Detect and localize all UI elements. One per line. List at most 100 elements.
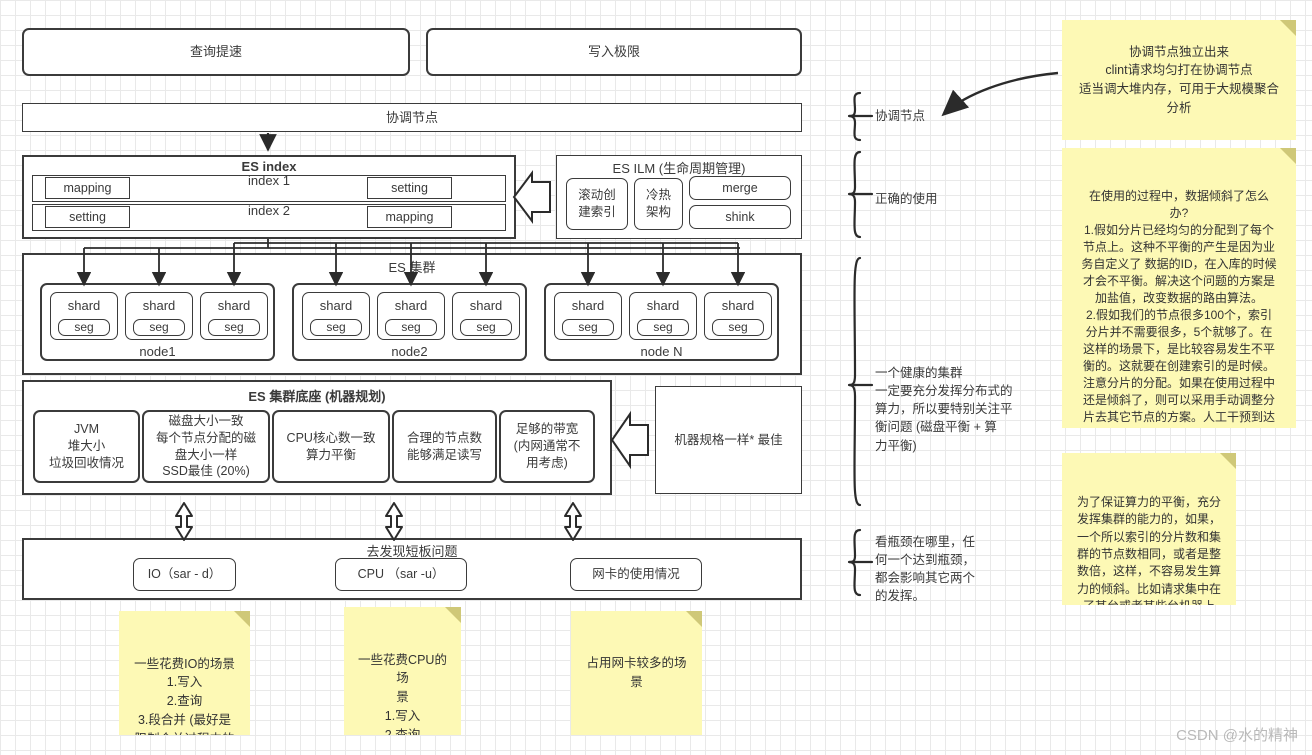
shard-1-1-label: shard [67,298,101,313]
es-ilm-item-shink[interactable]: shink [689,205,791,229]
sticky-note-io[interactable]: 一些花费IO的场景 1.写入 2.查询 3.段合并 (最好是 限制合并过程中的 … [119,611,250,735]
double-arrow-nic [564,502,582,541]
bottleneck-item-nic-label: 网卡的使用情况 [592,567,680,582]
es-base-cell-bandwidth[interactable]: 足够的带宽 (内网通常不 用考虑) [499,410,595,483]
es-ilm-item-rollover[interactable]: 滚动创 建索引 [566,178,628,230]
es-base-cell-cpu-label: CPU核心数一致 算力平衡 [286,430,376,462]
side-note-data-skew[interactable]: 在使用的过程中，数据倾斜了怎么 办? 1.假如分片已经均匀的分配到了每个 节点上… [1062,148,1296,428]
index-row-1-right-tag[interactable]: setting [367,177,452,199]
top-box-write[interactable]: 写入极限 [426,28,802,76]
sticky-note-nic-text: 占用网卡较多的场 景 [586,656,687,689]
sticky-note-cpu[interactable]: 一些花费CPU的场 景 1.写入 2.查询 3.聚合分析 4.段合并 (限制段 … [344,607,461,735]
double-arrow-cpu [385,502,403,541]
shard-2-1-seg-label: seg [326,320,346,335]
block-arrow-spec-to-base [610,410,649,470]
es-base-cell-jvm-label: JVM 堆大小 垃圾回收情况 [48,422,124,470]
es-ilm-item-hotwarm-label: 冷热 架构 [645,188,671,219]
shard-1-1-seg[interactable]: seg [58,319,110,336]
es-base-cell-nodes[interactable]: 合理的节点数 能够满足读写 [392,410,497,483]
note-fold-icon [1280,20,1296,36]
side-note-balance-text: 为了保证算力的平衡，充分 发挥集群的能力的，如果， 一个所以索引的分片数和集 群… [1076,494,1221,605]
brace-label-correct-usage: 正确的使用 [875,192,938,206]
shard-1-2-seg[interactable]: seg [133,319,185,336]
watermark: CSDN @水的精神 [1176,727,1298,744]
top-box-query-label: 查询提速 [189,44,242,60]
bottleneck-item-nic[interactable]: 网卡的使用情况 [570,558,702,591]
es-cluster-title: ES 集群 [388,260,436,275]
sticky-note-nic[interactable]: 占用网卡较多的场 景 [571,611,702,735]
top-box-query[interactable]: 查询提速 [22,28,410,76]
sticky-note-cpu-text: 一些花费CPU的场 景 1.写入 2.查询 3.聚合分析 4.段合并 (限制段 … [358,652,447,736]
shard-2-1-seg[interactable]: seg [310,319,362,336]
es-ilm-item-merge-label: merge [722,180,758,195]
note-fold-icon [445,607,461,623]
es-ilm-item-shink-label: shink [725,209,755,224]
bottleneck-item-cpu[interactable]: CPU （sar -u） [335,558,467,591]
cluster-node-1-name: node1 [139,344,176,359]
shard-2-2-seg[interactable]: seg [385,319,437,336]
shard-1-2-label: shard [142,298,176,313]
shard-n-1-seg-label: seg [578,320,598,335]
shard-n-1-seg[interactable]: seg [562,319,614,336]
shard-n-3-seg[interactable]: seg [712,319,764,336]
index-row-1-left-tag[interactable]: mapping [45,177,130,199]
shard-2-3-seg-label: seg [476,320,496,335]
shard-1-3-seg-label: seg [224,320,244,335]
index-row-2-left-tag-label: setting [69,209,106,224]
note-fold-icon [234,611,250,627]
es-base-cell-disk[interactable]: 磁盘大小一致 每个节点分配的磁 盘大小一样 SSD最佳 (20%) [142,410,270,483]
index-row-1-left-tag-label: mapping [63,180,112,195]
note-fold-icon [1220,453,1236,469]
bottleneck-item-cpu-label: CPU （sar -u） [357,567,445,582]
coordinator-node-box[interactable]: 协调节点 [22,103,802,132]
machine-spec-note-label: 机器规格一样* 最佳 [674,432,783,447]
side-note-balance[interactable]: 为了保证算力的平衡，充分 发挥集群的能力的，如果， 一个所以索引的分片数和集 群… [1062,453,1236,605]
es-base-cell-jvm[interactable]: JVM 堆大小 垃圾回收情况 [33,410,140,483]
shard-n-2-seg[interactable]: seg [637,319,689,336]
shard-n-3-seg-label: seg [728,320,748,335]
brace-bottleneck [847,528,874,597]
brace-healthy-cluster [847,256,874,507]
sticky-note-io-text: 一些花费IO的场景 1.写入 2.查询 3.段合并 (最好是 限制合并过程中的 … [134,656,235,736]
brace-correct-usage [847,150,874,239]
brace-coordinator [847,91,874,142]
es-base-title: ES 集群底座 (机器规划) [248,389,386,404]
machine-spec-note-box[interactable]: 机器规格一样* 最佳 [655,386,802,494]
cluster-node-n-name: node N [640,344,683,359]
shard-n-3-label: shard [721,298,755,313]
arrow-note-to-coordinator-label [941,71,1059,117]
bottleneck-item-io[interactable]: IO（sar - d） [133,558,236,591]
shard-2-3-label: shard [469,298,503,313]
es-base-cell-cpu[interactable]: CPU核心数一致 算力平衡 [272,410,390,483]
shard-2-2-seg-label: seg [401,320,421,335]
brace-label-healthy-cluster: 一个健康的集群 一定要充分发挥分布式的 算力，所以要特别关注平 衡问题 (磁盘平… [875,366,1013,453]
shard-n-2-seg-label: seg [653,320,673,335]
shard-1-2-seg-label: seg [149,320,169,335]
es-ilm-item-hotwarm[interactable]: 冷热 架构 [634,178,683,230]
top-box-write-label: 写入极限 [587,44,640,60]
cluster-node-2-name: node2 [391,344,428,359]
es-ilm-item-rollover-label: 滚动创 建索引 [578,188,616,219]
block-arrow-ilm-to-index [512,170,551,224]
es-ilm-title: ES ILM (生命周期管理) [612,161,746,176]
shard-n-1-label: shard [571,298,605,313]
index-row-2-right-tag-label: mapping [385,209,434,224]
shard-2-3-seg[interactable]: seg [460,319,512,336]
shard-2-1-label: shard [319,298,353,313]
es-ilm-item-merge[interactable]: merge [689,176,791,200]
index-row-1-right-tag-label: setting [391,180,428,195]
brace-label-bottleneck: 看瓶颈在哪里，任 何一个达到瓶颈， 都会影响其它两个 的发挥。 [875,535,976,604]
index-row-2-right-tag[interactable]: mapping [367,206,452,228]
es-index-title: ES index [241,159,297,174]
shard-1-3-seg[interactable]: seg [208,319,260,336]
double-arrow-io [175,502,193,541]
note-fold-icon [1280,148,1296,164]
note-fold-icon [686,611,702,627]
side-note-data-skew-text: 在使用的过程中，数据倾斜了怎么 办? 1.假如分片已经均匀的分配到了每个 节点上… [1081,189,1277,428]
index-row-2-left-tag[interactable]: setting [45,206,130,228]
side-note-coordinator[interactable]: 协调节点独立出来 clint请求均匀打在协调节点 适当调大堆内存，可用于大规模聚… [1062,20,1296,140]
shard-1-3-label: shard [217,298,251,313]
coordinator-node-label: 协调节点 [385,109,438,125]
es-base-cell-disk-label: 磁盘大小一致 每个节点分配的磁 盘大小一样 SSD最佳 (20%) [155,413,256,479]
shard-1-1-seg-label: seg [74,320,94,335]
